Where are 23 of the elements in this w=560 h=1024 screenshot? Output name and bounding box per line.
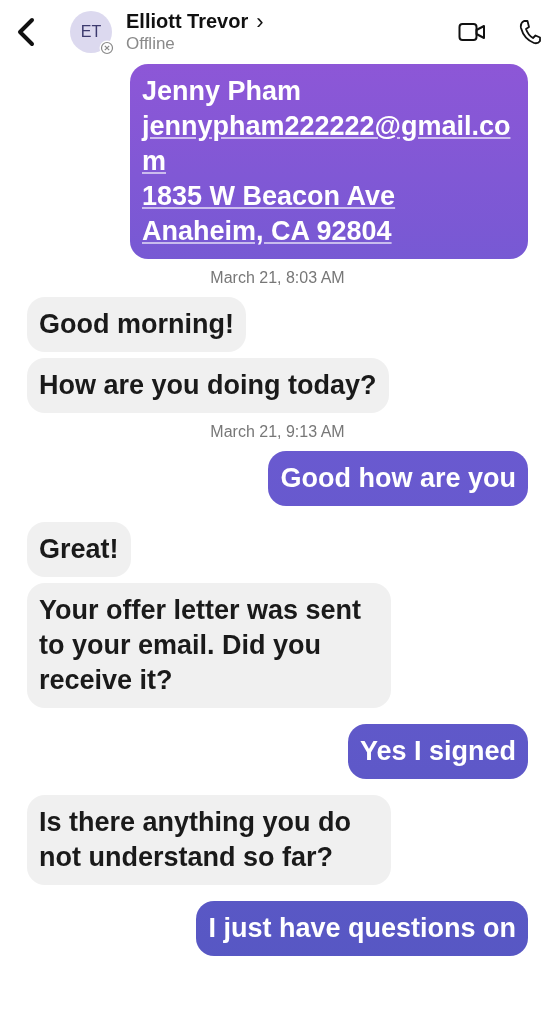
message-bubble[interactable]: Yes I signed — [347, 724, 528, 779]
message-bubble[interactable]: Is there anything you do not understand so far? — [27, 795, 391, 885]
avatar[interactable]: ET — [70, 11, 112, 53]
timestamp: March 21, 9:13 AM — [209, 423, 346, 441]
contact-name[interactable]: Elliott Trevor — [126, 10, 249, 33]
message-link[interactable]: jennypham222222@gmail.com — [142, 109, 516, 179]
timestamp: March 21, 8:03 AM — [209, 269, 346, 287]
phone-call-icon[interactable] — [518, 19, 542, 45]
message-bubble[interactable]: I just have questions on — [196, 901, 528, 956]
message-link[interactable]: Anaheim, CA 92804 — [142, 214, 516, 249]
message-link[interactable]: 1835 W Beacon Ave — [142, 179, 516, 214]
message-bubble[interactable]: Jenny Pham jennypham222222@gmail.com 1835 W Beacon Ave Anaheim, CA 92804 — [130, 64, 528, 259]
chevron-icon: › — [256, 10, 264, 33]
message-line: Jenny Pham — [142, 75, 303, 108]
message-bubble[interactable]: Good morning! — [27, 297, 246, 352]
message-bubble[interactable]: Good how are you — [268, 451, 528, 506]
message-bubble[interactable]: Your offer letter was sent to your email. Did you receive it? — [27, 583, 391, 708]
status-text: Offline — [126, 34, 176, 54]
message-bubble[interactable]: Great! — [27, 522, 131, 577]
back-icon[interactable] — [16, 17, 36, 47]
video-call-icon[interactable] — [458, 21, 486, 43]
message-bubble[interactable]: How are you doing today? — [27, 358, 389, 413]
avatar-initials: ET — [80, 23, 102, 41]
